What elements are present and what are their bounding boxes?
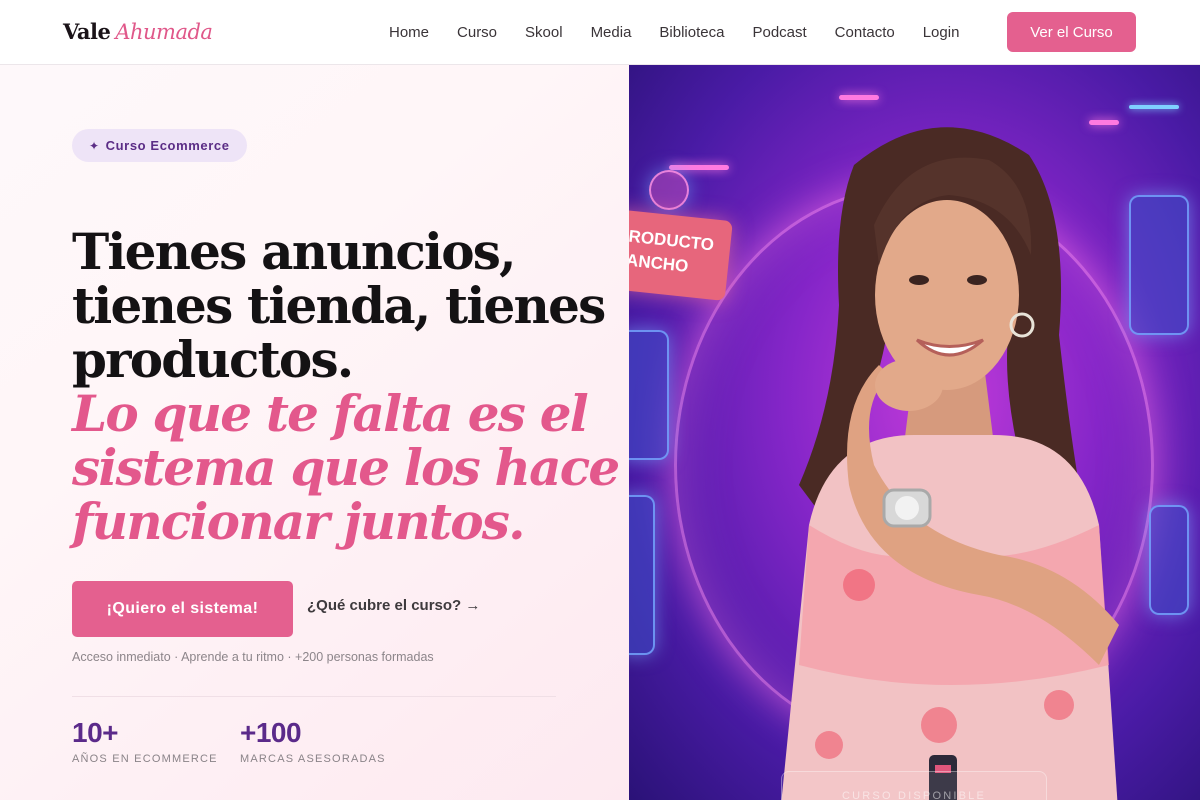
headline-line: Tienes anuncios, (72, 222, 517, 281)
stat-label: AÑOS EN ECOMMERCE (72, 753, 218, 765)
headline-accent-line: Lo que te falta es el (72, 384, 589, 443)
nav-link-home[interactable]: Home (375, 24, 443, 41)
quiero-el-sistema-button[interactable]: ¡Quiero el sistema! (72, 581, 293, 637)
product-tag-card: RODUCTO ANCHO (629, 209, 733, 301)
nav-link-curso[interactable]: Curso (443, 24, 511, 41)
floating-lock-icon (649, 170, 689, 210)
floating-screen-card (629, 330, 669, 460)
site-logo[interactable]: Vale Ahumada (63, 18, 213, 46)
top-navigation: Vale Ahumada Home Curso Skool Media Bibli… (0, 0, 1200, 65)
stat-value: +100 (240, 717, 302, 748)
headline-line: productos. (72, 330, 354, 389)
sparkle-icon: ✦ (89, 138, 100, 153)
course-category-pill: ✦ Curso Ecommerce (72, 129, 247, 162)
que-cubre-el-curso-link[interactable]: ¿Qué cubre el curso? → (307, 597, 480, 614)
divider (72, 696, 556, 697)
floating-screen-card (1149, 505, 1189, 615)
headline-accent-line: funcionar juntos. (72, 492, 526, 551)
hero-headline: Tienes anuncios, tienes tienda, tienes p… (72, 222, 620, 551)
nav-link-skool[interactable]: Skool (511, 24, 577, 41)
nav-link-media[interactable]: Media (577, 24, 646, 41)
nav-link-contacto[interactable]: Contacto (821, 24, 909, 41)
nav-link-biblioteca[interactable]: Biblioteca (645, 24, 738, 41)
hero-content: ✦ Curso Ecommerce Tienes anuncios, tiene… (0, 65, 629, 800)
floating-screen-card (629, 495, 655, 655)
ver-el-curso-button[interactable]: Ver el Curso (1007, 12, 1136, 52)
hero-photo: RODUCTO ANCHO CURSO DISPONIBLE (629, 65, 1200, 800)
nav-link-podcast[interactable]: Podcast (738, 24, 820, 41)
nav-links: Home Curso Skool Media Biblioteca Podcas… (375, 0, 973, 64)
stat-years: 10+ AÑOS EN ECOMMERCE (72, 717, 218, 765)
headline-line: tienes tienda, tienes (72, 276, 606, 335)
neon-line-decoration (839, 95, 879, 100)
logo-first-name: Vale (63, 19, 111, 44)
stat-value: 10+ (72, 717, 118, 748)
headline-accent-line: sistema que los hace (72, 438, 620, 497)
course-available-badge: CURSO DISPONIBLE (781, 771, 1047, 800)
logo-last-name: Ahumada (115, 20, 213, 44)
pill-label: Curso Ecommerce (105, 138, 230, 153)
instructor-photo (781, 127, 1119, 800)
stat-label: MARCAS ASESORADAS (240, 753, 386, 765)
access-note: Acceso inmediato · Aprende a tu ritmo · … (72, 650, 434, 664)
neon-line-decoration (669, 165, 729, 170)
nav-link-login[interactable]: Login (909, 24, 974, 41)
stat-brands: +100 MARCAS ASESORADAS (240, 717, 386, 765)
